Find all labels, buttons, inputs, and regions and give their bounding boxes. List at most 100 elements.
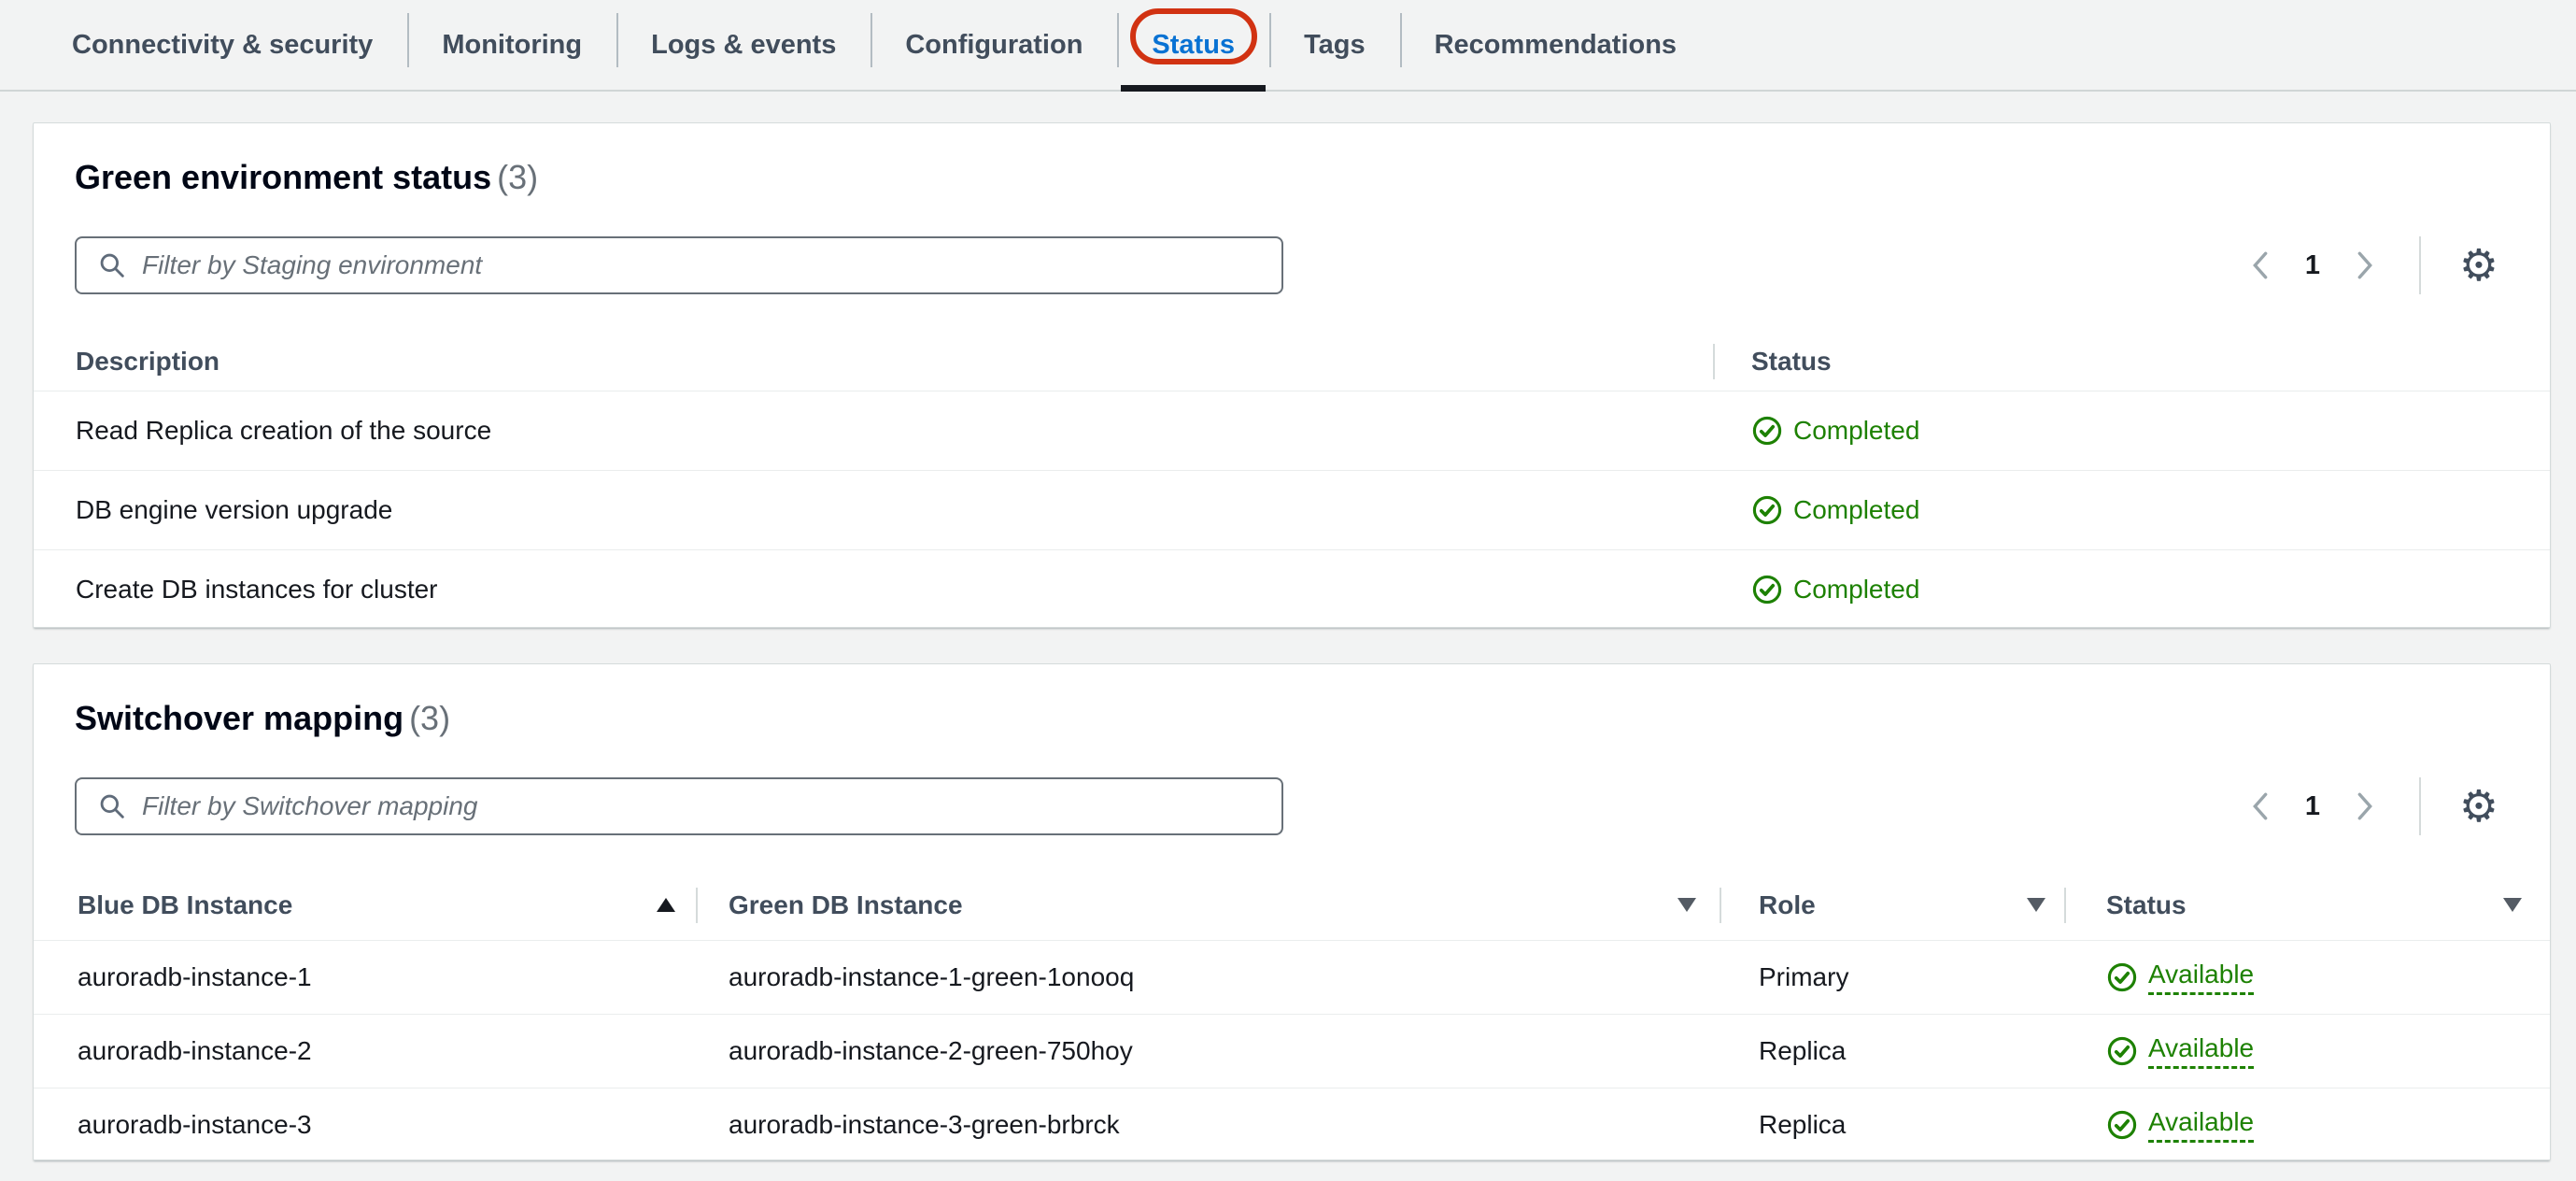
table-header-row: Description Status xyxy=(34,333,2550,391)
gear-icon: ⚙ xyxy=(2458,239,2499,292)
tab-monitoring[interactable]: Monitoring xyxy=(407,0,616,90)
tab-label: Tags xyxy=(1304,29,1366,60)
search-icon xyxy=(100,794,124,818)
tab-recommendations[interactable]: Recommendations xyxy=(1399,0,1711,90)
table-settings-button[interactable]: ⚙ xyxy=(2449,776,2509,836)
previous-page-button[interactable] xyxy=(2234,780,2286,832)
column-header-status: Status xyxy=(1751,347,1832,376)
check-circle-icon xyxy=(2107,962,2137,992)
check-circle-icon xyxy=(2107,1110,2137,1140)
pagination: 1 xyxy=(2234,780,2391,832)
staging-filter-input[interactable] xyxy=(142,250,1261,280)
tab-connectivity-security[interactable]: Connectivity & security xyxy=(37,0,407,90)
table-header-row: Blue DB Instance Green DB Instance Role … xyxy=(34,870,2550,941)
green-environment-status-card: Green environment status(3) 1 ⚙ Descri xyxy=(33,122,2551,628)
status-indicator: Completed xyxy=(1751,574,1919,605)
tab-label: Logs & events xyxy=(651,29,837,60)
status-cell: Available xyxy=(2066,1015,2550,1088)
staging-filter-box xyxy=(75,236,1283,294)
column-filter-icon[interactable] xyxy=(2503,898,2522,912)
green-db-instance-cell: auroradb-instance-2-green-750hoy xyxy=(729,1036,1133,1065)
chevron-left-icon xyxy=(2253,251,2268,279)
tab-label: Connectivity & security xyxy=(72,29,374,60)
switchover-filter-box xyxy=(75,777,1283,835)
role-cell: Primary xyxy=(1759,962,1849,991)
tab-label: Configuration xyxy=(905,29,1083,60)
tab-label: Status xyxy=(1152,29,1236,60)
green-db-instance-cell: auroradb-instance-3-green-brbrck xyxy=(729,1110,1120,1139)
status-indicator: Completed xyxy=(1751,415,1919,447)
section-title-text: Green environment status xyxy=(75,158,492,196)
search-icon xyxy=(100,253,124,277)
column-header-status[interactable]: Status xyxy=(2066,870,2550,940)
check-circle-icon xyxy=(1752,575,1782,605)
column-filter-icon[interactable] xyxy=(2027,898,2045,912)
column-header-green-db-instance[interactable]: Green DB Instance xyxy=(698,870,1721,940)
status-link[interactable]: Available xyxy=(2148,1107,2255,1143)
table-row: auroradb-instance-3 auroradb-instance-3-… xyxy=(34,1089,2550,1160)
column-header-role[interactable]: Role xyxy=(1721,870,2066,940)
status-indicator: Available xyxy=(2106,1033,2255,1069)
status-cell: Completed xyxy=(1715,391,2550,470)
switchover-mapping-card: Switchover mapping(3) 1 ⚙ Blu xyxy=(33,663,2551,1160)
table-toolbar: 1 ⚙ xyxy=(75,776,2509,836)
table-row: auroradb-instance-1 auroradb-instance-1-… xyxy=(34,941,2550,1015)
table-settings-button[interactable]: ⚙ xyxy=(2449,235,2509,295)
section-count: (3) xyxy=(497,158,539,196)
previous-page-button[interactable] xyxy=(2234,239,2286,292)
role-cell: Replica xyxy=(1759,1036,1847,1065)
status-cell: Available xyxy=(2066,941,2550,1014)
check-circle-icon xyxy=(2107,1036,2137,1066)
gear-icon: ⚙ xyxy=(2458,780,2499,832)
check-circle-icon xyxy=(1752,495,1782,525)
table-row: Read Replica creation of the source Comp… xyxy=(34,391,2550,471)
active-tab-underline xyxy=(1121,85,1267,92)
chevron-left-icon xyxy=(2253,792,2268,820)
status-indicator: Available xyxy=(2106,960,2255,995)
current-page-number[interactable]: 1 xyxy=(2286,250,2339,281)
status-label: Completed xyxy=(1793,495,1920,524)
section-count: (3) xyxy=(409,699,451,737)
section-title-text: Switchover mapping xyxy=(75,699,404,737)
status-label: Completed xyxy=(1793,575,1920,604)
status-link[interactable]: Available xyxy=(2148,1033,2255,1069)
status-cell: Completed xyxy=(1715,471,2550,549)
status-cell: Completed xyxy=(1715,550,2550,627)
pagination: 1 xyxy=(2234,239,2391,292)
tab-logs-events[interactable]: Logs & events xyxy=(616,0,870,90)
green-environment-status-table: Description Status Read Replica creation… xyxy=(34,333,2550,627)
toolbar-divider xyxy=(2419,777,2421,835)
status-indicator: Available xyxy=(2106,1107,2255,1143)
table-row: auroradb-instance-2 auroradb-instance-2-… xyxy=(34,1015,2550,1089)
table-toolbar: 1 ⚙ xyxy=(75,235,2509,295)
blue-db-instance-cell: auroradb-instance-1 xyxy=(78,962,312,991)
current-page-number[interactable]: 1 xyxy=(2286,791,2339,822)
column-filter-icon[interactable] xyxy=(1677,898,1696,912)
sort-ascending-icon xyxy=(657,898,675,912)
tab-configuration[interactable]: Configuration xyxy=(870,0,1117,90)
check-circle-icon xyxy=(1752,416,1782,446)
toolbar-divider xyxy=(2419,236,2421,294)
description-cell: Create DB instances for cluster xyxy=(76,575,438,604)
tab-label: Recommendations xyxy=(1434,29,1677,60)
column-header-description: Description xyxy=(34,333,1715,391)
tab-tags[interactable]: Tags xyxy=(1269,0,1400,90)
column-header-blue-db-instance[interactable]: Blue DB Instance xyxy=(34,870,698,940)
chevron-right-icon xyxy=(2357,792,2372,820)
next-page-button[interactable] xyxy=(2339,780,2391,832)
role-cell: Replica xyxy=(1759,1110,1847,1139)
green-db-instance-cell: auroradb-instance-1-green-1onooq xyxy=(729,962,1135,991)
detail-tab-bar: Connectivity & security Monitoring Logs … xyxy=(0,0,2576,92)
table-row: Create DB instances for cluster Complete… xyxy=(34,550,2550,627)
status-indicator: Completed xyxy=(1751,494,1919,526)
next-page-button[interactable] xyxy=(2339,239,2391,292)
tab-status[interactable]: Status xyxy=(1117,0,1269,92)
switchover-mapping-table: Blue DB Instance Green DB Instance Role … xyxy=(34,870,2550,1160)
switchover-filter-input[interactable] xyxy=(142,791,1261,821)
status-link[interactable]: Available xyxy=(2148,960,2255,995)
blue-db-instance-cell: auroradb-instance-2 xyxy=(78,1036,312,1065)
section-title: Switchover mapping (3) xyxy=(34,664,2550,739)
blue-db-instance-cell: auroradb-instance-3 xyxy=(78,1110,312,1139)
status-label: Completed xyxy=(1793,416,1920,445)
table-row: DB engine version upgrade Completed xyxy=(34,471,2550,550)
